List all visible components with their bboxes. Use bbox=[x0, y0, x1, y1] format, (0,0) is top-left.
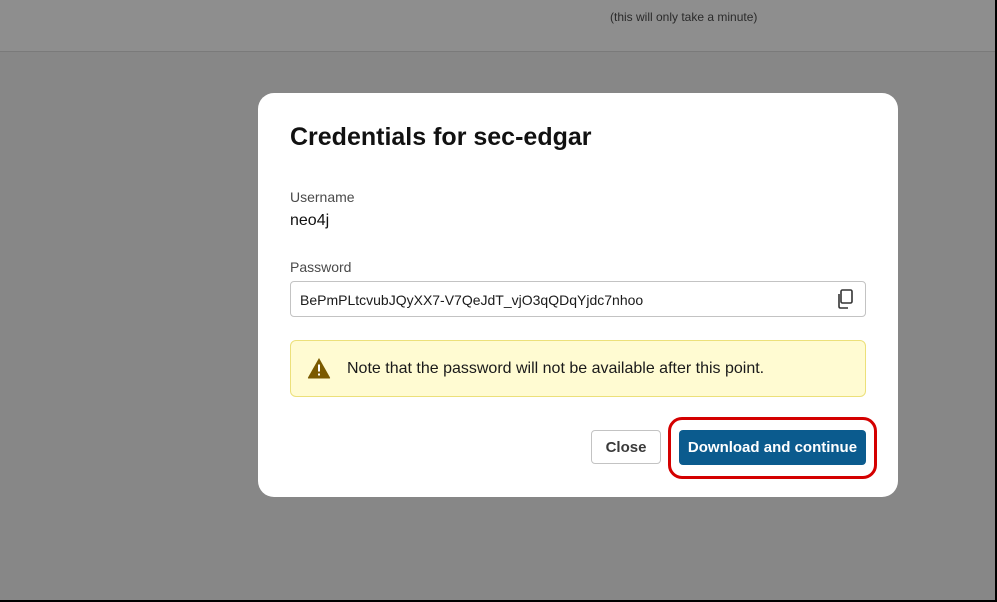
username-label: Username bbox=[290, 189, 355, 205]
username-value: neo4j bbox=[290, 212, 330, 229]
warning-text: Note that the password will not be avail… bbox=[347, 360, 765, 377]
warning-triangle-icon bbox=[307, 358, 331, 379]
password-label: Password bbox=[290, 259, 352, 275]
loading-subtitle: (this will only take a minute) bbox=[610, 10, 758, 24]
download-and-continue-button[interactable]: Download and continue bbox=[679, 430, 866, 465]
password-warning-banner: Note that the password will not be avail… bbox=[290, 340, 866, 397]
page-header-bar: (this will only take a minute) bbox=[0, 0, 995, 52]
close-button[interactable]: Close bbox=[591, 430, 661, 464]
dialog-title: Credentials for sec-edgar bbox=[290, 123, 592, 151]
password-value[interactable]: BePmPLtcvubJQyXX7-V7QeJdT_vjO3qQDqYjdc7n… bbox=[300, 292, 643, 308]
password-field[interactable]: BePmPLtcvubJQyXX7-V7QeJdT_vjO3qQDqYjdc7n… bbox=[290, 281, 866, 317]
credentials-dialog: Credentials for sec-edgar Username neo4j… bbox=[258, 93, 898, 497]
copy-icon bbox=[838, 289, 853, 309]
copy-password-button[interactable] bbox=[833, 287, 857, 311]
